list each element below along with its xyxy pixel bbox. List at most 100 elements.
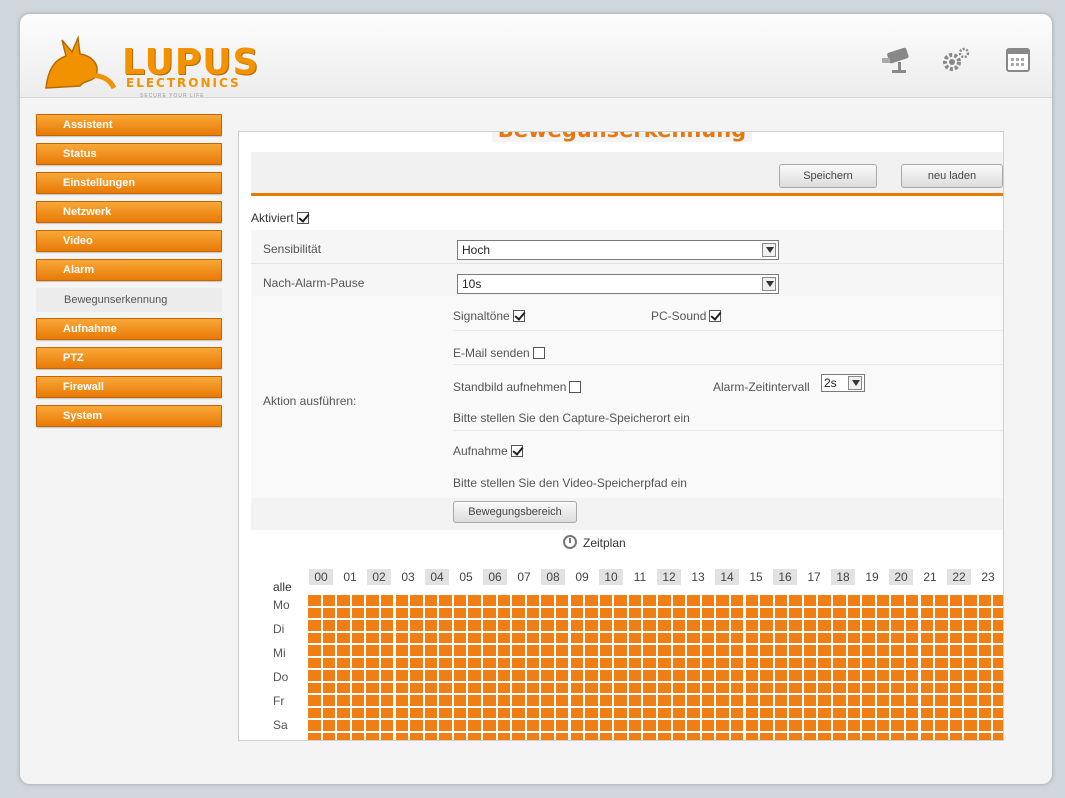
schedule-cell[interactable] bbox=[380, 632, 394, 643]
schedule-hour-14[interactable]: 14 bbox=[715, 569, 739, 585]
schedule-cell[interactable] bbox=[935, 707, 948, 718]
schedule-cell[interactable] bbox=[643, 732, 656, 740]
schedule-cell[interactable] bbox=[468, 670, 481, 681]
schedule-cell[interactable] bbox=[891, 720, 904, 731]
schedule-cell[interactable] bbox=[570, 645, 584, 656]
schedule-cell[interactable] bbox=[993, 682, 1003, 693]
schedule-cell[interactable] bbox=[658, 682, 671, 693]
schedule-cell[interactable] bbox=[351, 707, 365, 718]
schedule-cell[interactable] bbox=[337, 632, 350, 643]
schedule-cell[interactable] bbox=[745, 732, 759, 740]
schedule-cell[interactable] bbox=[453, 607, 467, 618]
schedule-cell[interactable] bbox=[512, 595, 525, 606]
schedule-cell[interactable] bbox=[337, 695, 350, 706]
schedule-cell[interactable] bbox=[730, 620, 744, 631]
schedule-cell[interactable] bbox=[512, 707, 525, 718]
schedule-cell[interactable] bbox=[468, 720, 481, 731]
schedule-cell[interactable] bbox=[337, 620, 350, 631]
schedule-cell[interactable] bbox=[585, 720, 598, 731]
schedule-cell[interactable] bbox=[526, 720, 540, 731]
schedule-cell[interactable] bbox=[366, 645, 379, 656]
schedule-cell[interactable] bbox=[964, 607, 977, 618]
schedule-cell[interactable] bbox=[497, 720, 511, 731]
schedule-cell[interactable] bbox=[555, 695, 569, 706]
schedule-cell[interactable] bbox=[614, 620, 627, 631]
schedule-cell[interactable] bbox=[658, 632, 671, 643]
schedule-cell[interactable] bbox=[862, 707, 875, 718]
schedule-cell[interactable] bbox=[512, 657, 525, 668]
schedule-hour-11[interactable]: 11 bbox=[628, 569, 652, 585]
schedule-cell[interactable] bbox=[716, 657, 729, 668]
schedule-cell[interactable] bbox=[745, 632, 759, 643]
schedule-cell[interactable] bbox=[337, 607, 350, 618]
schedule-cell[interactable] bbox=[672, 632, 686, 643]
schedule-cell[interactable] bbox=[658, 645, 671, 656]
schedule-cell[interactable] bbox=[322, 707, 336, 718]
schedule-cell[interactable] bbox=[818, 620, 831, 631]
schedule-cell[interactable] bbox=[847, 595, 861, 606]
schedule-cell[interactable] bbox=[628, 632, 642, 643]
schedule-cell[interactable] bbox=[745, 707, 759, 718]
schedule-cell[interactable] bbox=[468, 707, 481, 718]
schedule-cell[interactable] bbox=[526, 620, 540, 631]
schedule-cell[interactable] bbox=[410, 682, 423, 693]
schedule-cell[interactable] bbox=[308, 607, 321, 618]
schedule-cell[interactable] bbox=[585, 620, 598, 631]
schedule-cell[interactable] bbox=[920, 607, 934, 618]
schedule-cell[interactable] bbox=[789, 620, 802, 631]
schedule-cell[interactable] bbox=[322, 695, 336, 706]
schedule-cell[interactable] bbox=[833, 632, 846, 643]
schedule-cell[interactable] bbox=[803, 607, 817, 618]
schedule-cell[interactable] bbox=[672, 595, 686, 606]
schedule-cell[interactable] bbox=[847, 657, 861, 668]
schedule-cell[interactable] bbox=[687, 720, 700, 731]
schedule-cell[interactable] bbox=[876, 632, 890, 643]
schedule-cell[interactable] bbox=[337, 657, 350, 668]
sidebar-item-einstellungen[interactable]: Einstellungen bbox=[36, 172, 222, 194]
schedule-cell[interactable] bbox=[643, 707, 656, 718]
schedule-cell[interactable] bbox=[439, 682, 452, 693]
schedule-cell[interactable] bbox=[818, 732, 831, 740]
schedule-cell[interactable] bbox=[760, 607, 773, 618]
schedule-cell[interactable] bbox=[614, 670, 627, 681]
schedule-cell[interactable] bbox=[774, 670, 788, 681]
schedule-cell[interactable] bbox=[512, 682, 525, 693]
schedule-cell[interactable] bbox=[905, 607, 919, 618]
schedule-hour-10[interactable]: 10 bbox=[599, 569, 623, 585]
schedule-cell[interactable] bbox=[555, 732, 569, 740]
schedule-hour-23[interactable]: 23 bbox=[976, 569, 1000, 585]
schedule-cell[interactable] bbox=[410, 632, 423, 643]
schedule-day-sa[interactable]: Sa bbox=[273, 718, 288, 732]
schedule-cell[interactable] bbox=[920, 595, 934, 606]
schedule-cell[interactable] bbox=[949, 707, 963, 718]
schedule-cell[interactable] bbox=[308, 657, 321, 668]
schedule-cell[interactable] bbox=[308, 720, 321, 731]
schedule-cell[interactable] bbox=[599, 720, 613, 731]
schedule-cell[interactable] bbox=[380, 695, 394, 706]
schedule-cell[interactable] bbox=[628, 595, 642, 606]
schedule-hour-17[interactable]: 17 bbox=[802, 569, 826, 585]
schedule-cell[interactable] bbox=[964, 670, 977, 681]
schedule-cell[interactable] bbox=[643, 595, 656, 606]
schedule-cell[interactable] bbox=[905, 720, 919, 731]
schedule-cell[interactable] bbox=[862, 620, 875, 631]
schedule-cell[interactable] bbox=[920, 632, 934, 643]
schedule-cell[interactable] bbox=[833, 670, 846, 681]
schedule-cell[interactable] bbox=[701, 657, 715, 668]
schedule-cell[interactable] bbox=[453, 657, 467, 668]
schedule-cell[interactable] bbox=[570, 620, 584, 631]
schedule-cell[interactable] bbox=[526, 632, 540, 643]
schedule-cell[interactable] bbox=[410, 720, 423, 731]
schedule-cell[interactable] bbox=[322, 657, 336, 668]
schedule-cell[interactable] bbox=[701, 682, 715, 693]
schedule-cell[interactable] bbox=[789, 670, 802, 681]
schedule-cell[interactable] bbox=[380, 732, 394, 740]
schedule-cell[interactable] bbox=[658, 595, 671, 606]
schedule-hour-22[interactable]: 22 bbox=[947, 569, 971, 585]
schedule-cell[interactable] bbox=[949, 595, 963, 606]
schedule-cell[interactable] bbox=[730, 682, 744, 693]
schedule-cell[interactable] bbox=[847, 695, 861, 706]
schedule-cell[interactable] bbox=[585, 607, 598, 618]
schedule-cell[interactable] bbox=[803, 720, 817, 731]
schedule-cell[interactable] bbox=[380, 620, 394, 631]
